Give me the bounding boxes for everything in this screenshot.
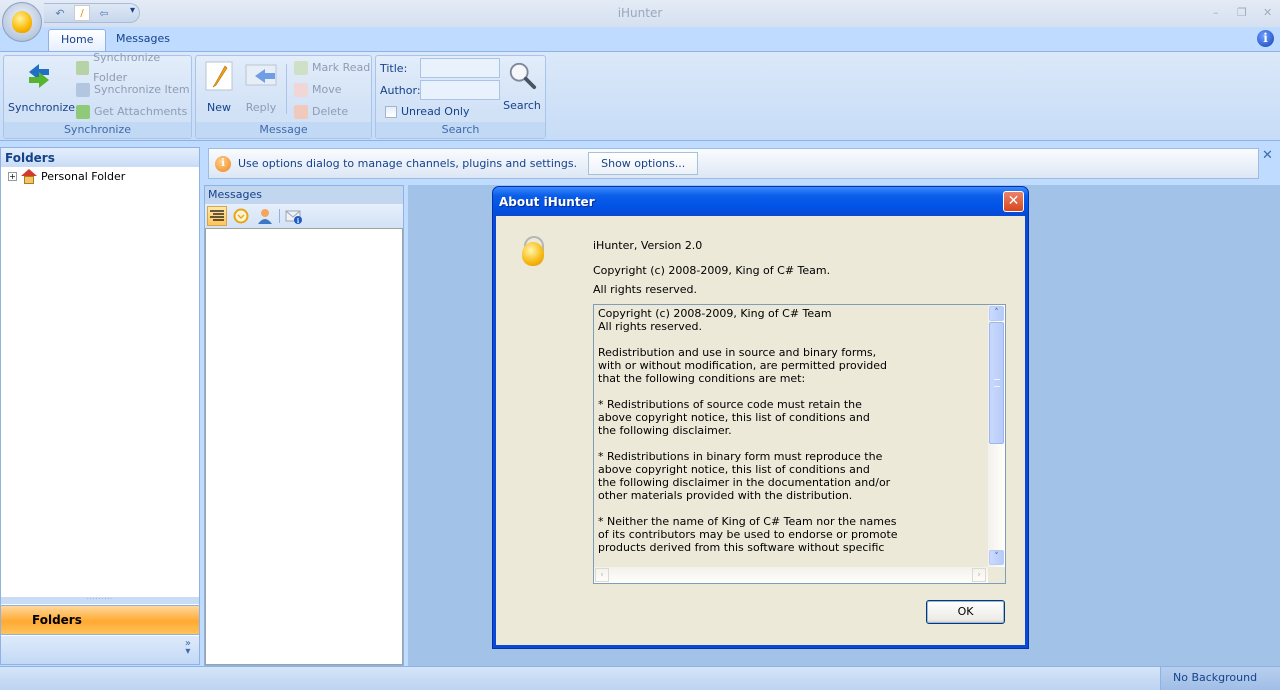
title-label: Title: <box>380 62 408 75</box>
ok-button[interactable]: OK <box>926 600 1005 624</box>
author-label: Author: <box>380 84 421 97</box>
move-icon <box>294 83 308 97</box>
license-textbox[interactable]: Copyright (c) 2008-2009, King of C# Team… <box>593 304 1006 584</box>
minimize-button[interactable]: – <box>1213 6 1219 19</box>
sync-item-icon <box>76 83 90 97</box>
nav-folders-button[interactable]: Folders <box>1 605 199 635</box>
mail-info-icon[interactable]: i <box>284 206 304 226</box>
toolbar-separator <box>279 209 280 223</box>
scroll-up-icon[interactable]: ˄ <box>989 306 1004 321</box>
app-logo-icon <box>12 11 32 33</box>
tree-item-label: Personal Folder <box>41 169 126 183</box>
home-folder-icon <box>21 168 37 184</box>
version-text: iHunter, Version 2.0 <box>593 239 703 252</box>
reply-button[interactable]: Reply <box>244 60 278 114</box>
get-attachments-label: Get Attachments <box>94 105 188 118</box>
synchronize-button[interactable]: Synchronize <box>8 60 75 114</box>
rights-text: All rights reserved. <box>593 283 698 296</box>
application-button[interactable] <box>2 2 42 42</box>
new-document-icon <box>205 61 233 91</box>
tree-item-personal-folder[interactable]: + Personal Folder <box>1 167 199 185</box>
folders-pane: Folders + Personal Folder ········· Fold… <box>0 147 200 665</box>
scroll-right-icon[interactable]: › <box>972 568 986 582</box>
configure-buttons-icon[interactable]: » ▾ <box>185 639 191 657</box>
synchronize-label: Synchronize <box>8 101 76 114</box>
unread-only-checkbox[interactable] <box>385 106 397 118</box>
message-group: New Reply Mark Read Move Delete Message <box>195 55 372 139</box>
reply-label: Reply <box>245 101 277 114</box>
copyright-text: Copyright (c) 2008-2009, King of C# Team… <box>593 264 831 277</box>
author-input[interactable] <box>420 80 500 100</box>
ribbon: Synchronize Synchronize Folder Synchroni… <box>0 51 1280 141</box>
close-button[interactable]: ✕ <box>1263 6 1272 19</box>
synchronize-folder-button[interactable]: Synchronize Folder <box>76 51 191 84</box>
vertical-scrollbar[interactable]: ˄ ˅ <box>988 305 1005 567</box>
expand-icon[interactable]: + <box>8 171 17 181</box>
dialog-title: About iHunter <box>493 187 1028 216</box>
mark-read-label: Mark Read <box>312 61 371 74</box>
dialog-body: iHunter, Version 2.0 Copyright (c) 2008-… <box>496 216 1025 645</box>
synchronize-group-label: Synchronize <box>4 122 191 138</box>
unread-only-label[interactable]: Unread Only <box>401 105 470 118</box>
app-logo-icon <box>519 236 549 270</box>
new-label: New <box>207 101 231 114</box>
maximize-button[interactable]: ❐ <box>1237 6 1247 19</box>
messages-list[interactable] <box>205 228 403 665</box>
ribbon-tabs: Home Messages i <box>0 27 1280 51</box>
move-label: Move <box>312 83 342 96</box>
message-group-label: Message <box>196 122 371 138</box>
contact-icon[interactable] <box>255 206 275 226</box>
get-attachments-button[interactable]: Get Attachments <box>76 102 187 122</box>
horizontal-scrollbar[interactable]: ‹ › <box>594 567 988 583</box>
messages-panel: Messages i <box>204 185 404 666</box>
reply-envelope-icon <box>245 64 277 86</box>
mark-read-icon <box>294 61 308 75</box>
about-dialog: About iHunter ✕ iHunter, Version 2.0 Cop… <box>492 186 1029 649</box>
background-task-status: No Background Task <box>1160 667 1280 690</box>
pane-splitter-handle[interactable]: ········· <box>1 597 199 604</box>
synchronize-group: Synchronize Synchronize Folder Synchroni… <box>3 51 192 139</box>
dialog-close-button[interactable]: ✕ <box>1003 191 1024 212</box>
delete-icon <box>294 105 308 119</box>
search-group-label: Search <box>376 122 545 138</box>
separator <box>286 64 287 114</box>
delete-button[interactable]: Delete <box>294 102 348 122</box>
delete-label: Delete <box>312 105 349 118</box>
search-label: Search <box>503 99 541 112</box>
messages-header: Messages <box>205 186 403 204</box>
scrollbar-thumb[interactable] <box>989 322 1004 444</box>
messages-toolbar: i <box>205 204 403 228</box>
window-title: iHunter <box>617 6 663 20</box>
close-infobar-icon[interactable]: ✕ <box>1262 148 1273 163</box>
new-message-button[interactable]: New <box>202 60 236 114</box>
help-info-icon[interactable]: i <box>1257 30 1274 47</box>
synchronize-item-label: Synchronize Item <box>94 83 190 96</box>
scroll-down-icon[interactable]: ˅ <box>989 550 1004 565</box>
get-attachments-icon <box>76 105 90 119</box>
search-button[interactable]: Search <box>502 60 542 112</box>
show-options-button[interactable]: Show options... <box>588 152 699 175</box>
license-text: Copyright (c) 2008-2009, King of C# Team… <box>598 307 898 554</box>
title-input[interactable] <box>420 58 500 78</box>
clock-icon[interactable] <box>231 206 251 226</box>
sync-arrows-icon <box>29 64 49 88</box>
info-bar: i Use options dialog to manage channels,… <box>208 148 1259 179</box>
magnifier-icon <box>509 62 537 90</box>
synchronize-item-button[interactable]: Synchronize Item <box>76 80 190 100</box>
mark-read-button[interactable]: Mark Read <box>294 58 370 78</box>
scroll-left-icon[interactable]: ‹ <box>595 568 609 582</box>
sync-folder-icon <box>76 61 90 75</box>
search-group: Title: Author: Unread Only Search Search <box>375 55 546 139</box>
title-bar: ↶ / ⇦ ▾ iHunter – ❐ ✕ <box>0 0 1280 27</box>
folders-header: Folders <box>1 148 199 167</box>
nav-pane-footer: » ▾ <box>1 636 199 664</box>
move-button[interactable]: Move <box>294 80 342 100</box>
info-message: Use options dialog to manage channels, p… <box>238 157 578 170</box>
status-bar: No Background Task <box>0 666 1280 690</box>
list-view-icon[interactable] <box>207 206 227 226</box>
info-icon: i <box>215 155 231 172</box>
